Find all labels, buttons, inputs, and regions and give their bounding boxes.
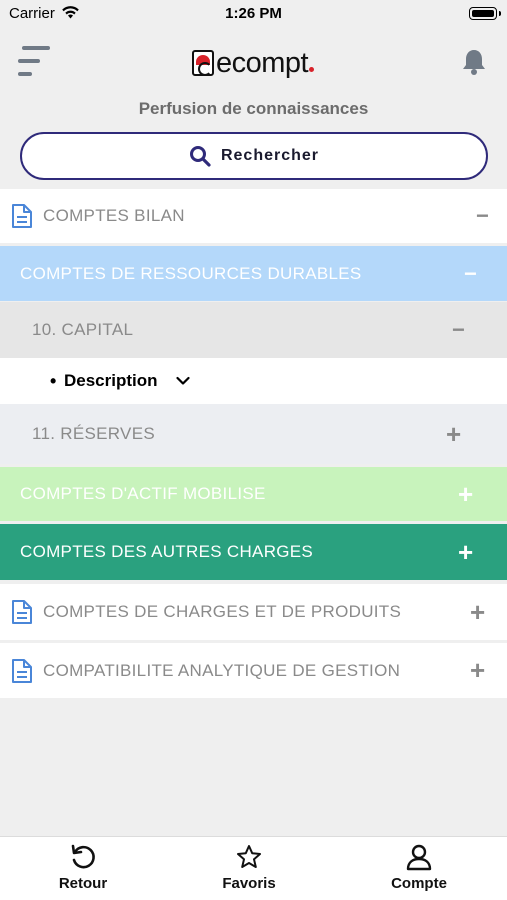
battery-icon <box>469 7 501 20</box>
menu-icon[interactable] <box>18 46 52 78</box>
tab-compte[interactable]: Compte <box>364 843 474 892</box>
app-header: ecompt Perfusion de connaissances Recher… <box>0 28 507 188</box>
expand-icon[interactable]: + <box>458 537 473 568</box>
collapse-icon[interactable]: − <box>476 203 489 229</box>
bullet: • <box>50 370 57 391</box>
category-row-analytique-gestion[interactable]: COMPATIBILITE ANALYTIQUE DE GESTION + <box>0 643 507 698</box>
expand-icon[interactable]: + <box>470 597 485 628</box>
row-label: 11. RÉSERVES <box>32 424 155 443</box>
category-row-autres-charges[interactable]: COMPTES DES AUTRES CHARGES + <box>0 524 507 580</box>
chevron-down-icon[interactable] <box>176 376 190 386</box>
app-logo: ecompt <box>192 47 315 79</box>
category-row-ressources-durables[interactable]: COMPTES DE RESSOURCES DURABLES − <box>0 246 507 301</box>
logo-mark-icon <box>192 50 214 76</box>
search-button[interactable]: Rechercher <box>20 132 488 180</box>
subcategory-row-reserves[interactable]: 11. RÉSERVES + <box>0 404 507 464</box>
tab-favoris[interactable]: Favoris <box>194 843 304 892</box>
collapse-icon[interactable]: − <box>464 261 477 287</box>
category-row-actif-mobilise[interactable]: COMPTES D'ACTIF MOBILISE + <box>0 467 507 521</box>
search-button-label: Rechercher <box>220 147 320 164</box>
expand-icon[interactable]: + <box>458 479 473 510</box>
star-icon <box>237 845 261 868</box>
row-label: COMPTES D'ACTIF MOBILISE <box>20 484 266 503</box>
clock: 1:26 PM <box>225 5 282 22</box>
row-label: COMPTES BILAN <box>43 206 185 225</box>
document-icon <box>12 600 32 624</box>
search-icon <box>189 146 211 167</box>
collapse-icon[interactable]: − <box>452 317 465 343</box>
category-row-charges-produits[interactable]: COMPTES DE CHARGES ET DE PRODUITS + <box>0 584 507 640</box>
tab-label: Retour <box>58 875 108 892</box>
row-label: COMPTES DES AUTRES CHARGES <box>20 542 314 561</box>
description-label: Description <box>64 371 158 390</box>
row-label: 10. CAPITAL <box>32 320 134 339</box>
logo-dot <box>309 67 315 72</box>
category-row-comptes-bilan[interactable]: COMPTES BILAN − <box>0 189 507 243</box>
expand-icon[interactable]: + <box>470 655 485 686</box>
tab-label: Favoris <box>222 875 276 892</box>
row-label: COMPTES DE CHARGES ET DE PRODUITS <box>43 602 402 621</box>
status-bar: Carrier 1:26 PM <box>0 0 507 28</box>
subcategory-row-capital[interactable]: 10. CAPITAL − <box>0 302 507 358</box>
tab-label: Compte <box>391 875 447 892</box>
expand-icon[interactable]: + <box>446 419 461 450</box>
tab-retour[interactable]: Retour <box>28 843 138 892</box>
row-label: COMPTES DE RESSOURCES DURABLES <box>20 263 362 283</box>
logo-text: ecompt <box>216 47 309 79</box>
bottom-tab-bar: Retour Favoris Compte <box>0 836 507 900</box>
undo-icon <box>71 844 95 869</box>
page-subtitle: Perfusion de connaissances <box>138 99 369 118</box>
document-icon <box>12 658 32 683</box>
user-icon <box>406 844 432 871</box>
row-label: COMPATIBILITE ANALYTIQUE DE GESTION <box>43 660 401 680</box>
description-row[interactable]: • Description <box>0 358 507 404</box>
bell-icon[interactable] <box>461 48 487 76</box>
document-icon <box>12 204 32 228</box>
